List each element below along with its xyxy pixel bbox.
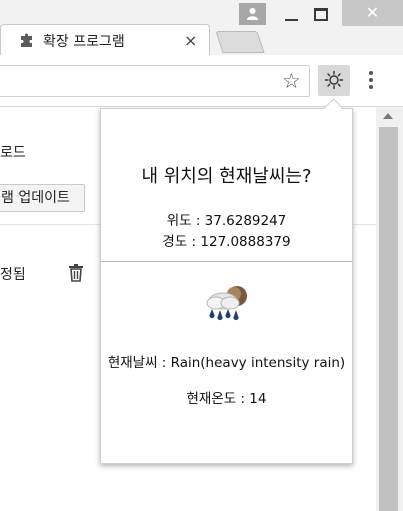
tab-close-button[interactable]: ×	[184, 31, 197, 50]
puzzle-icon	[21, 33, 32, 47]
weather-extension-button[interactable]	[318, 65, 350, 96]
heavy-rain-icon	[206, 286, 247, 320]
user-icon	[247, 8, 258, 20]
trash-icon[interactable]	[68, 264, 84, 282]
sun-icon	[324, 70, 344, 90]
current-temperature-text: 현재온도 : 14	[186, 391, 267, 407]
longitude-text: 경도 : 127.0888379	[162, 234, 291, 250]
maximize-button[interactable]	[314, 8, 328, 21]
popup-title: 내 위치의 현재날씨는?	[141, 166, 312, 187]
browser-menu-button[interactable]	[366, 68, 376, 94]
update-extensions-button[interactable]: 램 업데이트	[0, 184, 85, 212]
minimize-button[interactable]	[280, 10, 304, 24]
scroll-up-arrow-icon[interactable]	[383, 113, 393, 119]
close-window-button[interactable]: ✕	[342, 0, 403, 26]
tab-title: 확장 프로그램	[43, 34, 125, 50]
page-text-status: 정됨	[0, 267, 26, 283]
popup-divider	[101, 261, 352, 262]
scrollbar-thumb[interactable]	[379, 127, 398, 511]
current-weather-text: 현재날씨 : Rain(heavy intensity rain)	[107, 355, 346, 371]
address-bar[interactable]	[0, 65, 310, 97]
page-text-load: 로드	[0, 145, 26, 161]
new-tab-button[interactable]	[215, 31, 265, 53]
bookmark-star-icon[interactable]: ☆	[282, 70, 301, 92]
latitude-text: 위도 : 37.6289247	[166, 213, 287, 229]
profile-button[interactable]	[239, 3, 266, 25]
